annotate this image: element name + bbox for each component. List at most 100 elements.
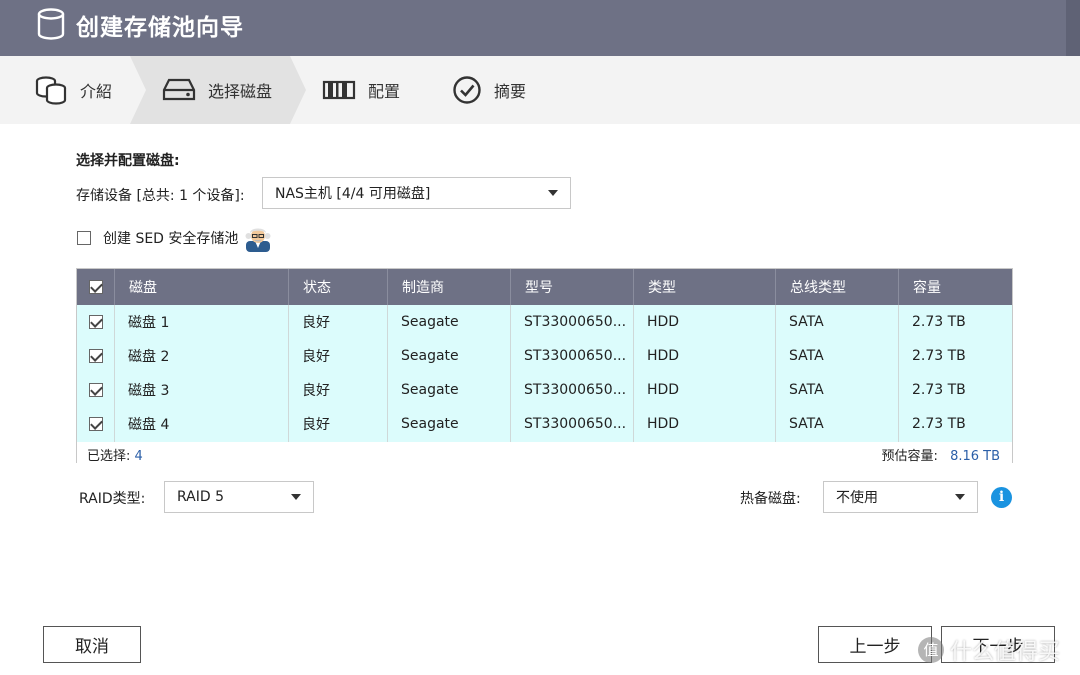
step-intro-label: 介紹 <box>80 82 113 101</box>
row-checkbox[interactable] <box>88 349 103 363</box>
raid-type-value: RAID 5 <box>177 489 225 505</box>
column-divider <box>898 305 899 442</box>
check-circle-icon <box>453 76 481 104</box>
row-select-cell <box>77 373 114 407</box>
wizard-steps: 介紹 选择磁盘 配置 摘要 <box>0 56 1080 124</box>
hard-drive-icon <box>162 78 196 101</box>
cell-type: HDD <box>647 382 680 398</box>
section-title: 选择并配置磁盘: <box>76 153 180 169</box>
table-row[interactable]: 磁盘 3 良好 Seagate ST33000650... HDD SATA 2… <box>77 373 1012 407</box>
cell-type: HDD <box>647 348 680 364</box>
hot-spare-value: 不使用 <box>836 490 878 506</box>
row-select-cell <box>77 407 114 441</box>
previous-button[interactable]: 上一步 <box>818 626 932 663</box>
cell-capacity: 2.73 TB <box>912 416 966 432</box>
cell-vendor: Seagate <box>401 348 459 364</box>
column-divider <box>387 305 388 442</box>
cell-disk: 磁盘 4 <box>128 417 170 433</box>
header-status[interactable]: 状态 <box>288 269 387 305</box>
sed-label: 创建 SED 安全存储池 <box>103 231 239 247</box>
row-select-cell <box>77 305 114 339</box>
column-divider <box>114 305 115 442</box>
cell-vendor: Seagate <box>401 382 459 398</box>
step-select-disks: 选择磁盘 <box>162 56 272 124</box>
cell-status: 良好 <box>302 417 330 433</box>
row-select-cell <box>77 339 114 373</box>
cell-bus-type: SATA <box>789 348 824 364</box>
header-disk[interactable]: 磁盘 <box>114 269 288 305</box>
header-capacity[interactable]: 容量 <box>898 269 1012 305</box>
professor-avatar-icon[interactable] <box>244 224 272 252</box>
header-bus-type[interactable]: 总线类型 <box>775 269 898 305</box>
step-summary: 摘要 <box>452 56 526 124</box>
hot-spare-select[interactable]: 不使用 <box>823 481 978 513</box>
database-icon <box>37 8 65 40</box>
sed-option: 创建 SED 安全存储池 <box>77 224 272 252</box>
cell-model: ST33000650... <box>524 348 627 364</box>
row-checkbox[interactable] <box>88 315 103 329</box>
column-divider <box>633 305 634 442</box>
hot-spare-label: 热备磁盘: <box>740 491 801 507</box>
cell-capacity: 2.73 TB <box>912 348 966 364</box>
column-divider <box>288 305 289 442</box>
title-bar-corner <box>1066 0 1080 56</box>
cell-status: 良好 <box>302 315 330 331</box>
cell-status: 良好 <box>302 383 330 399</box>
step-summary-label: 摘要 <box>494 82 527 101</box>
header-model[interactable]: 型号 <box>510 269 633 305</box>
cell-bus-type: SATA <box>789 416 824 432</box>
selected-label: 已选择: <box>87 449 131 464</box>
step-configure-label: 配置 <box>368 82 401 101</box>
table-row[interactable]: 磁盘 4 良好 Seagate ST33000650... HDD SATA 2… <box>77 407 1012 441</box>
sed-checkbox[interactable] <box>77 231 91 245</box>
table-row[interactable]: 磁盘 1 良好 Seagate ST33000650... HDD SATA 2… <box>77 305 1012 339</box>
column-divider <box>775 305 776 442</box>
title-bar: 创建存储池向导 <box>0 0 1080 56</box>
row-checkbox[interactable] <box>88 383 103 397</box>
cell-model: ST33000650... <box>524 314 627 330</box>
table-footer: 已选择: 4 预估容量: 8.16 TB <box>77 442 1012 464</box>
cell-disk: 磁盘 2 <box>128 349 170 365</box>
row-checkbox[interactable] <box>88 417 103 431</box>
step-configure: 配置 <box>322 56 400 124</box>
cell-status: 良好 <box>302 349 330 365</box>
estimated-capacity-label: 预估容量: <box>881 449 938 464</box>
step-select-disks-label: 选择磁盘 <box>208 82 273 101</box>
watermark: 值 什么值得买 <box>918 634 1060 666</box>
window-title: 创建存储池向导 <box>76 15 244 41</box>
cell-model: ST33000650... <box>524 416 627 432</box>
chevron-down-icon <box>548 190 558 196</box>
storage-device-value: NAS主机 [4/4 可用磁盘] <box>275 186 431 202</box>
estimated-capacity: 预估容量: 8.16 TB <box>882 445 1000 464</box>
disks-icon <box>35 76 67 105</box>
step-intro: 介紹 <box>34 56 112 124</box>
cell-capacity: 2.73 TB <box>912 314 966 330</box>
cancel-button[interactable]: 取消 <box>43 626 141 663</box>
cell-type: HDD <box>647 314 680 330</box>
cell-type: HDD <box>647 416 680 432</box>
cell-disk: 磁盘 1 <box>128 315 170 331</box>
table-header: 磁盘 状态 制造商 型号 类型 总线类型 容量 <box>77 269 1012 305</box>
cell-bus-type: SATA <box>789 382 824 398</box>
chevron-down-icon <box>291 494 301 500</box>
header-type[interactable]: 类型 <box>633 269 775 305</box>
cell-disk: 磁盘 3 <box>128 383 170 399</box>
info-icon[interactable]: i <box>991 487 1012 508</box>
raid-type-select[interactable]: RAID 5 <box>164 481 314 513</box>
chevron-down-icon <box>955 494 965 500</box>
table-row[interactable]: 磁盘 2 良好 Seagate ST33000650... HDD SATA 2… <box>77 339 1012 373</box>
header-vendor[interactable]: 制造商 <box>387 269 510 305</box>
storage-device-select[interactable]: NAS主机 [4/4 可用磁盘] <box>262 177 571 209</box>
raid-type-label: RAID类型: <box>79 491 146 507</box>
cell-vendor: Seagate <box>401 314 459 330</box>
cell-capacity: 2.73 TB <box>912 382 966 398</box>
cell-bus-type: SATA <box>789 314 824 330</box>
select-all-checkbox[interactable] <box>88 280 103 294</box>
estimated-capacity-value: 8.16 TB <box>950 449 1000 464</box>
selected-count-value: 4 <box>134 449 143 464</box>
selected-count: 已选择: 4 <box>87 445 143 464</box>
cell-model: ST33000650... <box>524 382 627 398</box>
storage-device-label: 存储设备 [总共: 1 个设备]: <box>76 188 245 204</box>
watermark-badge: 值 <box>918 637 944 663</box>
column-divider <box>510 305 511 442</box>
